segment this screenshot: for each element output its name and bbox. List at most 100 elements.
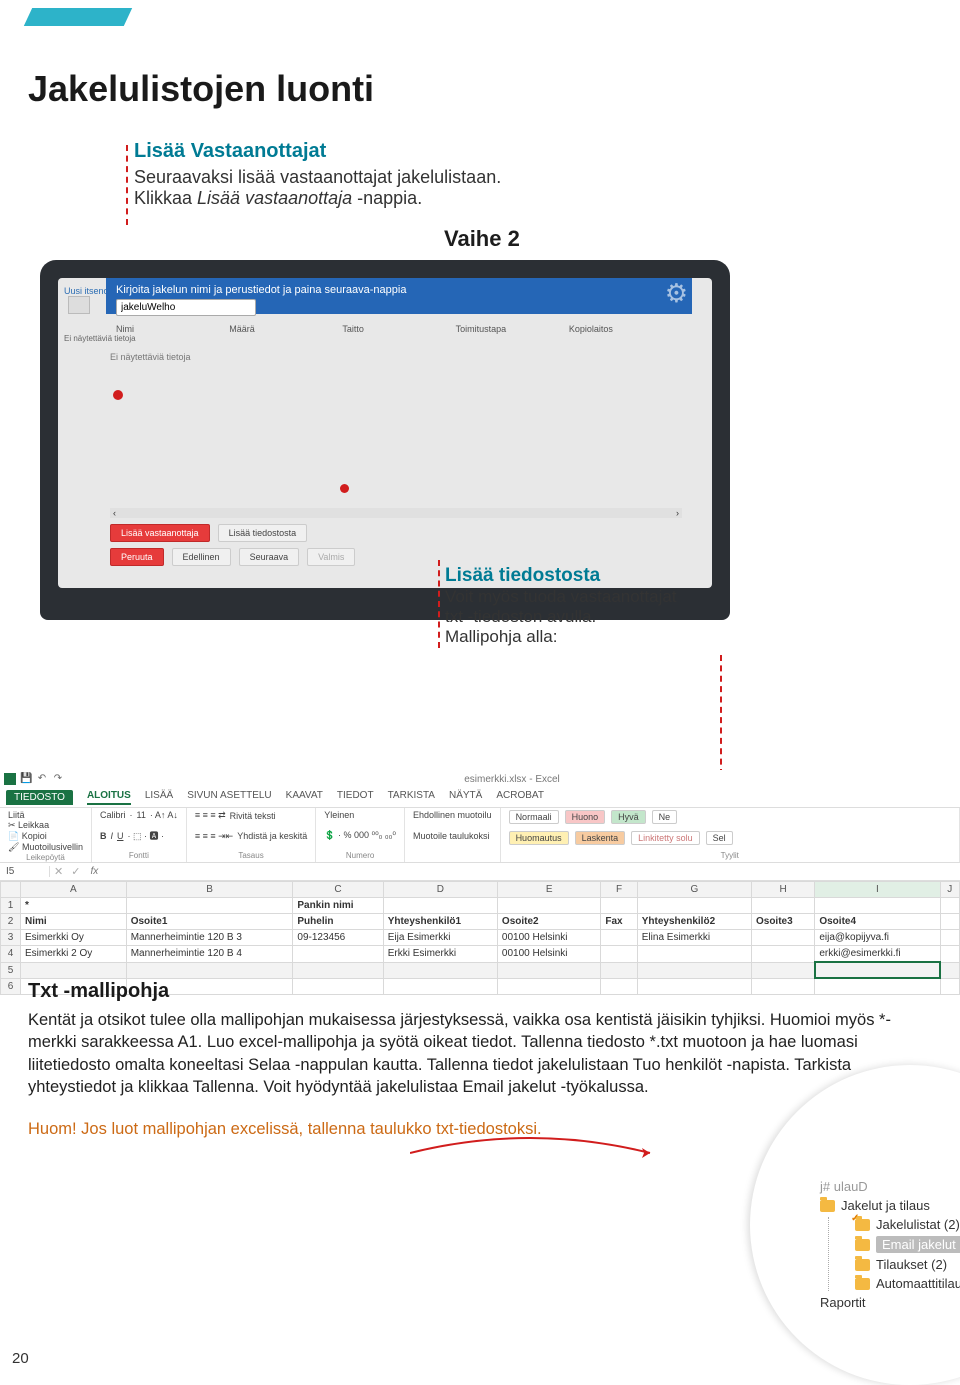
folder-icon: [855, 1219, 870, 1231]
align-icons[interactable]: ≡ ≡ ≡ ⇄: [195, 810, 226, 821]
cancel-formula-icon[interactable]: ✕: [50, 865, 67, 878]
done-button[interactable]: Valmis: [307, 548, 355, 566]
align-icons-2[interactable]: ≡ ≡ ≡ ⇥⇤: [195, 831, 233, 842]
tab-sivun-asettelu[interactable]: SIVUN ASETTELU: [187, 790, 271, 805]
scroll-right-icon[interactable]: ›: [673, 508, 682, 518]
ribbon-cell-styles: Normaali Huono Hyvä Ne Huomautus Laskent…: [501, 808, 960, 862]
tab-acrobat[interactable]: ACROBAT: [496, 790, 544, 805]
col-D[interactable]: D: [383, 882, 497, 898]
col-kopiolaitos[interactable]: Kopiolaitos: [569, 324, 682, 334]
excel-screenshot: 💾 ↶ ↷ esimerkki.xlsx - Excel TIEDOSTO AL…: [0, 770, 960, 965]
style-warn[interactable]: Huomautus: [509, 831, 569, 845]
tree-item-cutoff: j# ulauD: [820, 1179, 960, 1194]
name-box[interactable]: I5: [0, 866, 50, 877]
add-recipient-button[interactable]: Lisää vastaanottaja: [110, 524, 210, 542]
tree-item-jakelut[interactable]: Jakelut ja tilaus: [820, 1198, 960, 1213]
number-format-dropdown[interactable]: Yleinen: [324, 810, 354, 820]
column-headers: Nimi Määrä Taitto Toimitustapa Kopiolait…: [116, 324, 682, 334]
wrap-text-button[interactable]: Rivitä teksti: [230, 811, 276, 821]
col-J[interactable]: J: [940, 882, 959, 898]
col-C[interactable]: C: [293, 882, 383, 898]
cut-button[interactable]: ✂ Leikkaa: [8, 820, 49, 831]
save-icon[interactable]: 💾: [20, 773, 32, 785]
cancel-button[interactable]: Peruuta: [110, 548, 164, 566]
scroll-left-icon[interactable]: ‹: [110, 508, 119, 518]
ribbon: Liitä ✂ Leikkaa 📄 Kopioi 🖌 Muotoilusivel…: [0, 807, 960, 863]
font-name-dropdown[interactable]: Calibri: [100, 810, 126, 820]
col-F[interactable]: F: [601, 882, 637, 898]
tab-tiedot[interactable]: TIEDOT: [337, 790, 374, 805]
ribbon-number-label: Numero: [324, 851, 396, 860]
callout-connector-2: [438, 560, 440, 648]
bold-button[interactable]: B: [100, 831, 107, 841]
file-callout-line1: Voit myös tuoda vastaanottajat: [445, 587, 875, 607]
intro-line1: Seuraavaksi lisää vastaanottajat jakelul…: [134, 167, 501, 188]
col-taitto[interactable]: Taitto: [342, 324, 455, 334]
tree-item-tilaukset[interactable]: Tilaukset (2): [855, 1257, 960, 1272]
col-B[interactable]: B: [126, 882, 293, 898]
row-4[interactable]: 4 Esimerkki 2 Oy Mannerheimintie 120 B 4…: [1, 946, 960, 963]
copy-button[interactable]: 📄 Kopioi: [8, 831, 47, 842]
col-H[interactable]: H: [751, 882, 814, 898]
col-I[interactable]: I: [815, 882, 940, 898]
tree-item-raportit[interactable]: Raportit: [820, 1295, 960, 1310]
file-callout-heading: Lisää tiedostosta: [445, 565, 875, 587]
paste-button[interactable]: Liitä: [8, 810, 25, 820]
format-table-button[interactable]: Muotoile taulukoksi: [413, 831, 490, 841]
col-toimitustapa[interactable]: Toimitustapa: [456, 324, 569, 334]
intro-callout: Lisää Vastaanottajat Seuraavaksi lisää v…: [134, 140, 501, 209]
style-calc[interactable]: Laskenta: [575, 831, 626, 845]
ribbon-styles-buttons: Ehdollinen muotoilu Muotoile taulukoksi: [405, 808, 501, 862]
style-sel[interactable]: Sel: [706, 831, 733, 845]
file-callout-line3: Mallipohja alla:: [445, 627, 875, 647]
row-2[interactable]: 2 Nimi Osoite1 Puhelin Yhteyshenkilö1 Os…: [1, 914, 960, 930]
merge-center-button[interactable]: Yhdistä ja keskitä: [237, 831, 307, 841]
tree-item-email-jakelut[interactable]: Email jakelut (0): [855, 1236, 960, 1253]
table-nodata: Ei näytettäviä tietoja: [110, 352, 191, 362]
previous-button[interactable]: Edellinen: [172, 548, 231, 566]
col-maara[interactable]: Määrä: [229, 324, 342, 334]
row-3[interactable]: 3 Esimerkki Oy Mannerheimintie 120 B 3 0…: [1, 930, 960, 946]
tab-tarkista[interactable]: TARKISTA: [388, 790, 435, 805]
next-button[interactable]: Seuraava: [239, 548, 300, 566]
format-painter-button[interactable]: 🖌 Muotoilusivellin: [8, 842, 83, 853]
folder-icon: [820, 1200, 835, 1212]
spreadsheet-grid[interactable]: A B C D E F G H I J 1 * Pankin nimi 2 Ni…: [0, 881, 960, 995]
undo-icon[interactable]: ↶: [36, 773, 48, 785]
tab-tiedosto[interactable]: TIEDOSTO: [6, 790, 73, 805]
style-normal[interactable]: Normaali: [509, 810, 559, 824]
tree-item-jakelulistat[interactable]: Jakelulistat (2): [855, 1217, 960, 1232]
tab-kaavat[interactable]: KAAVAT: [286, 790, 323, 805]
style-good[interactable]: Hyvä: [611, 810, 646, 824]
currency-icon[interactable]: 💲 · % 000 ⁰⁰₀ ₀₀⁰: [324, 830, 396, 841]
redo-icon[interactable]: ↷: [52, 773, 64, 785]
cond-format-button[interactable]: Ehdollinen muotoilu: [413, 810, 492, 820]
tab-aloitus[interactable]: ALOITUS: [87, 790, 131, 805]
style-link[interactable]: Linkitetty solu: [631, 831, 700, 845]
folder-icon: [855, 1259, 870, 1271]
col-A[interactable]: A: [21, 882, 127, 898]
tree-item-automaattitilaukset[interactable]: Automaattitilauk: [855, 1276, 960, 1291]
step-label: Vaihe 2: [444, 226, 520, 252]
excel-titlebar: 💾 ↶ ↷ esimerkki.xlsx - Excel: [0, 770, 960, 788]
italic-button[interactable]: I: [110, 831, 113, 841]
col-G[interactable]: G: [637, 882, 751, 898]
font-size-dropdown[interactable]: 11: [136, 810, 145, 820]
select-all-corner[interactable]: [1, 882, 21, 898]
jakelu-name-input[interactable]: [116, 299, 256, 316]
col-nimi[interactable]: Nimi: [116, 324, 229, 334]
tab-nayta[interactable]: NÄYTÄ: [449, 790, 482, 805]
row-1[interactable]: 1 * Pankin nimi: [1, 898, 960, 914]
underline-button[interactable]: U: [117, 831, 124, 841]
row-5[interactable]: 5: [1, 962, 960, 978]
tab-lisaa[interactable]: LISÄÄ: [145, 790, 173, 805]
col-E[interactable]: E: [497, 882, 600, 898]
fx-icon[interactable]: fx: [84, 866, 104, 877]
sidebar-new-icon[interactable]: [68, 296, 90, 314]
horizontal-scrollbar[interactable]: ‹ ›: [110, 508, 682, 518]
style-neutral[interactable]: Ne: [652, 810, 678, 824]
formula-bar: I5 ✕ ✓ fx: [0, 863, 960, 881]
style-bad[interactable]: Huono: [565, 810, 606, 824]
add-from-file-button[interactable]: Lisää tiedostosta: [218, 524, 308, 542]
enter-formula-icon[interactable]: ✓: [67, 865, 84, 878]
